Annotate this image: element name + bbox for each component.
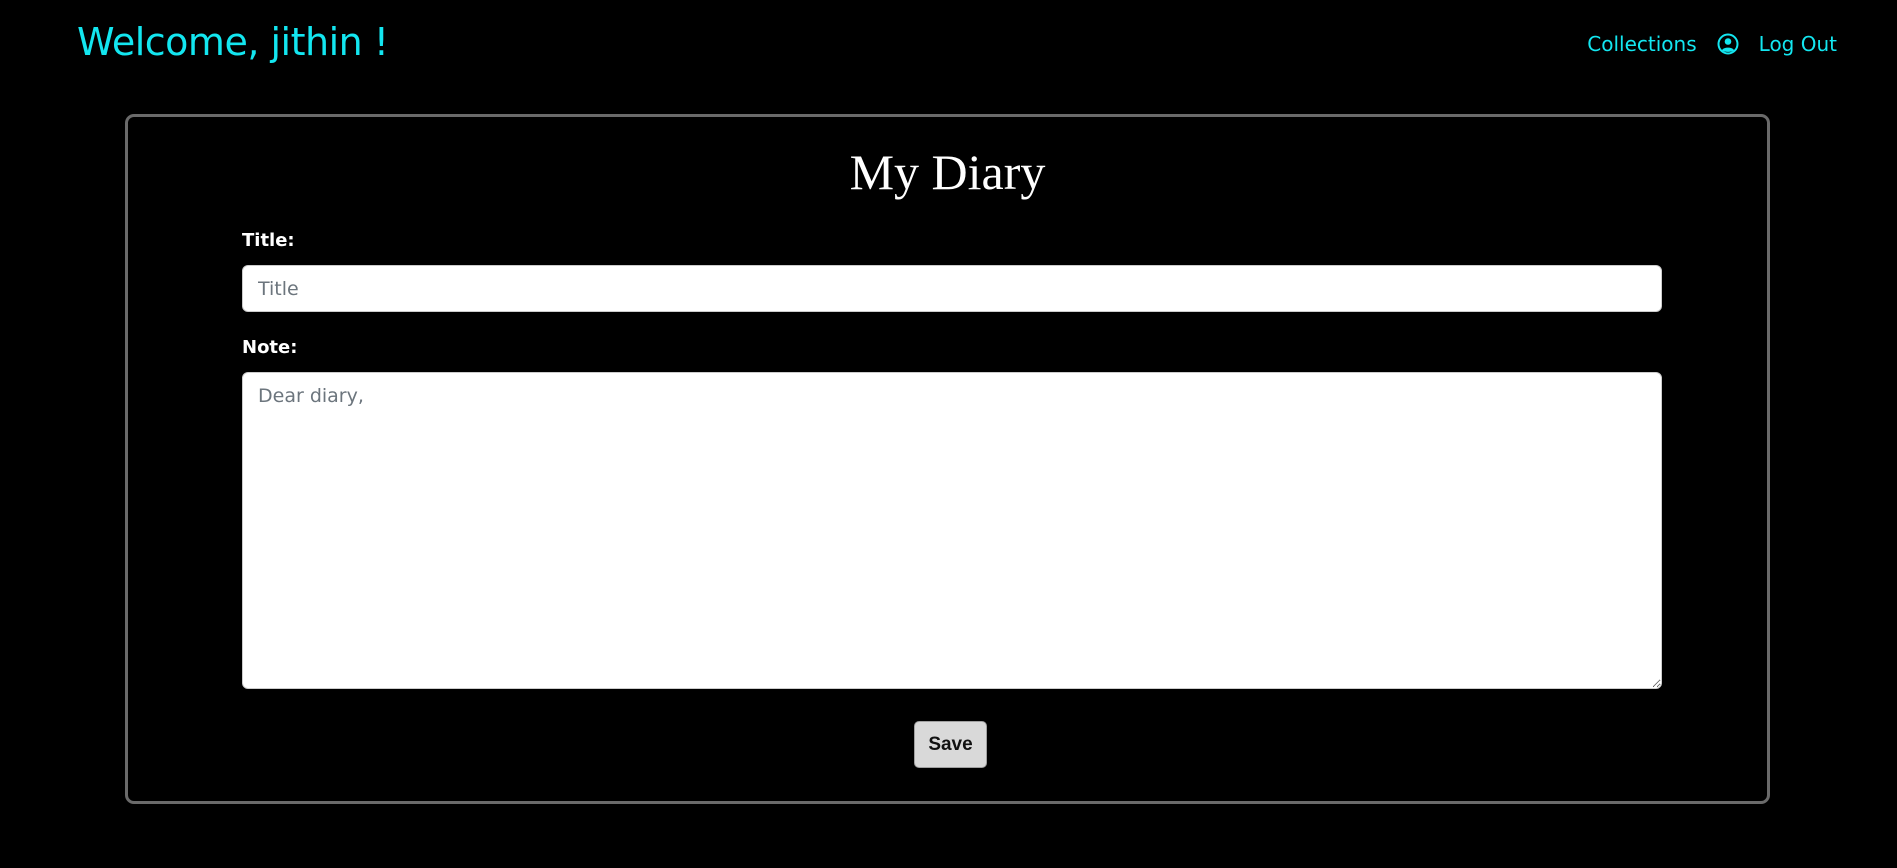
top-bar: Welcome, jithin ! Collections Log Out <box>0 0 1897 90</box>
diary-card: My Diary Title: Note: Save <box>125 114 1770 804</box>
note-textarea[interactable] <box>242 372 1662 689</box>
welcome-message: Welcome, jithin ! <box>77 20 389 64</box>
top-nav: Collections Log Out <box>1587 32 1837 56</box>
collections-link[interactable]: Collections <box>1587 32 1696 56</box>
title-label: Title: <box>242 230 295 251</box>
logout-link[interactable]: Log Out <box>1759 32 1837 56</box>
note-label: Note: <box>242 337 298 358</box>
page-title: My Diary <box>849 144 1046 200</box>
save-button[interactable]: Save <box>914 721 987 768</box>
user-circle-icon[interactable] <box>1717 33 1739 55</box>
title-input[interactable] <box>242 265 1662 312</box>
